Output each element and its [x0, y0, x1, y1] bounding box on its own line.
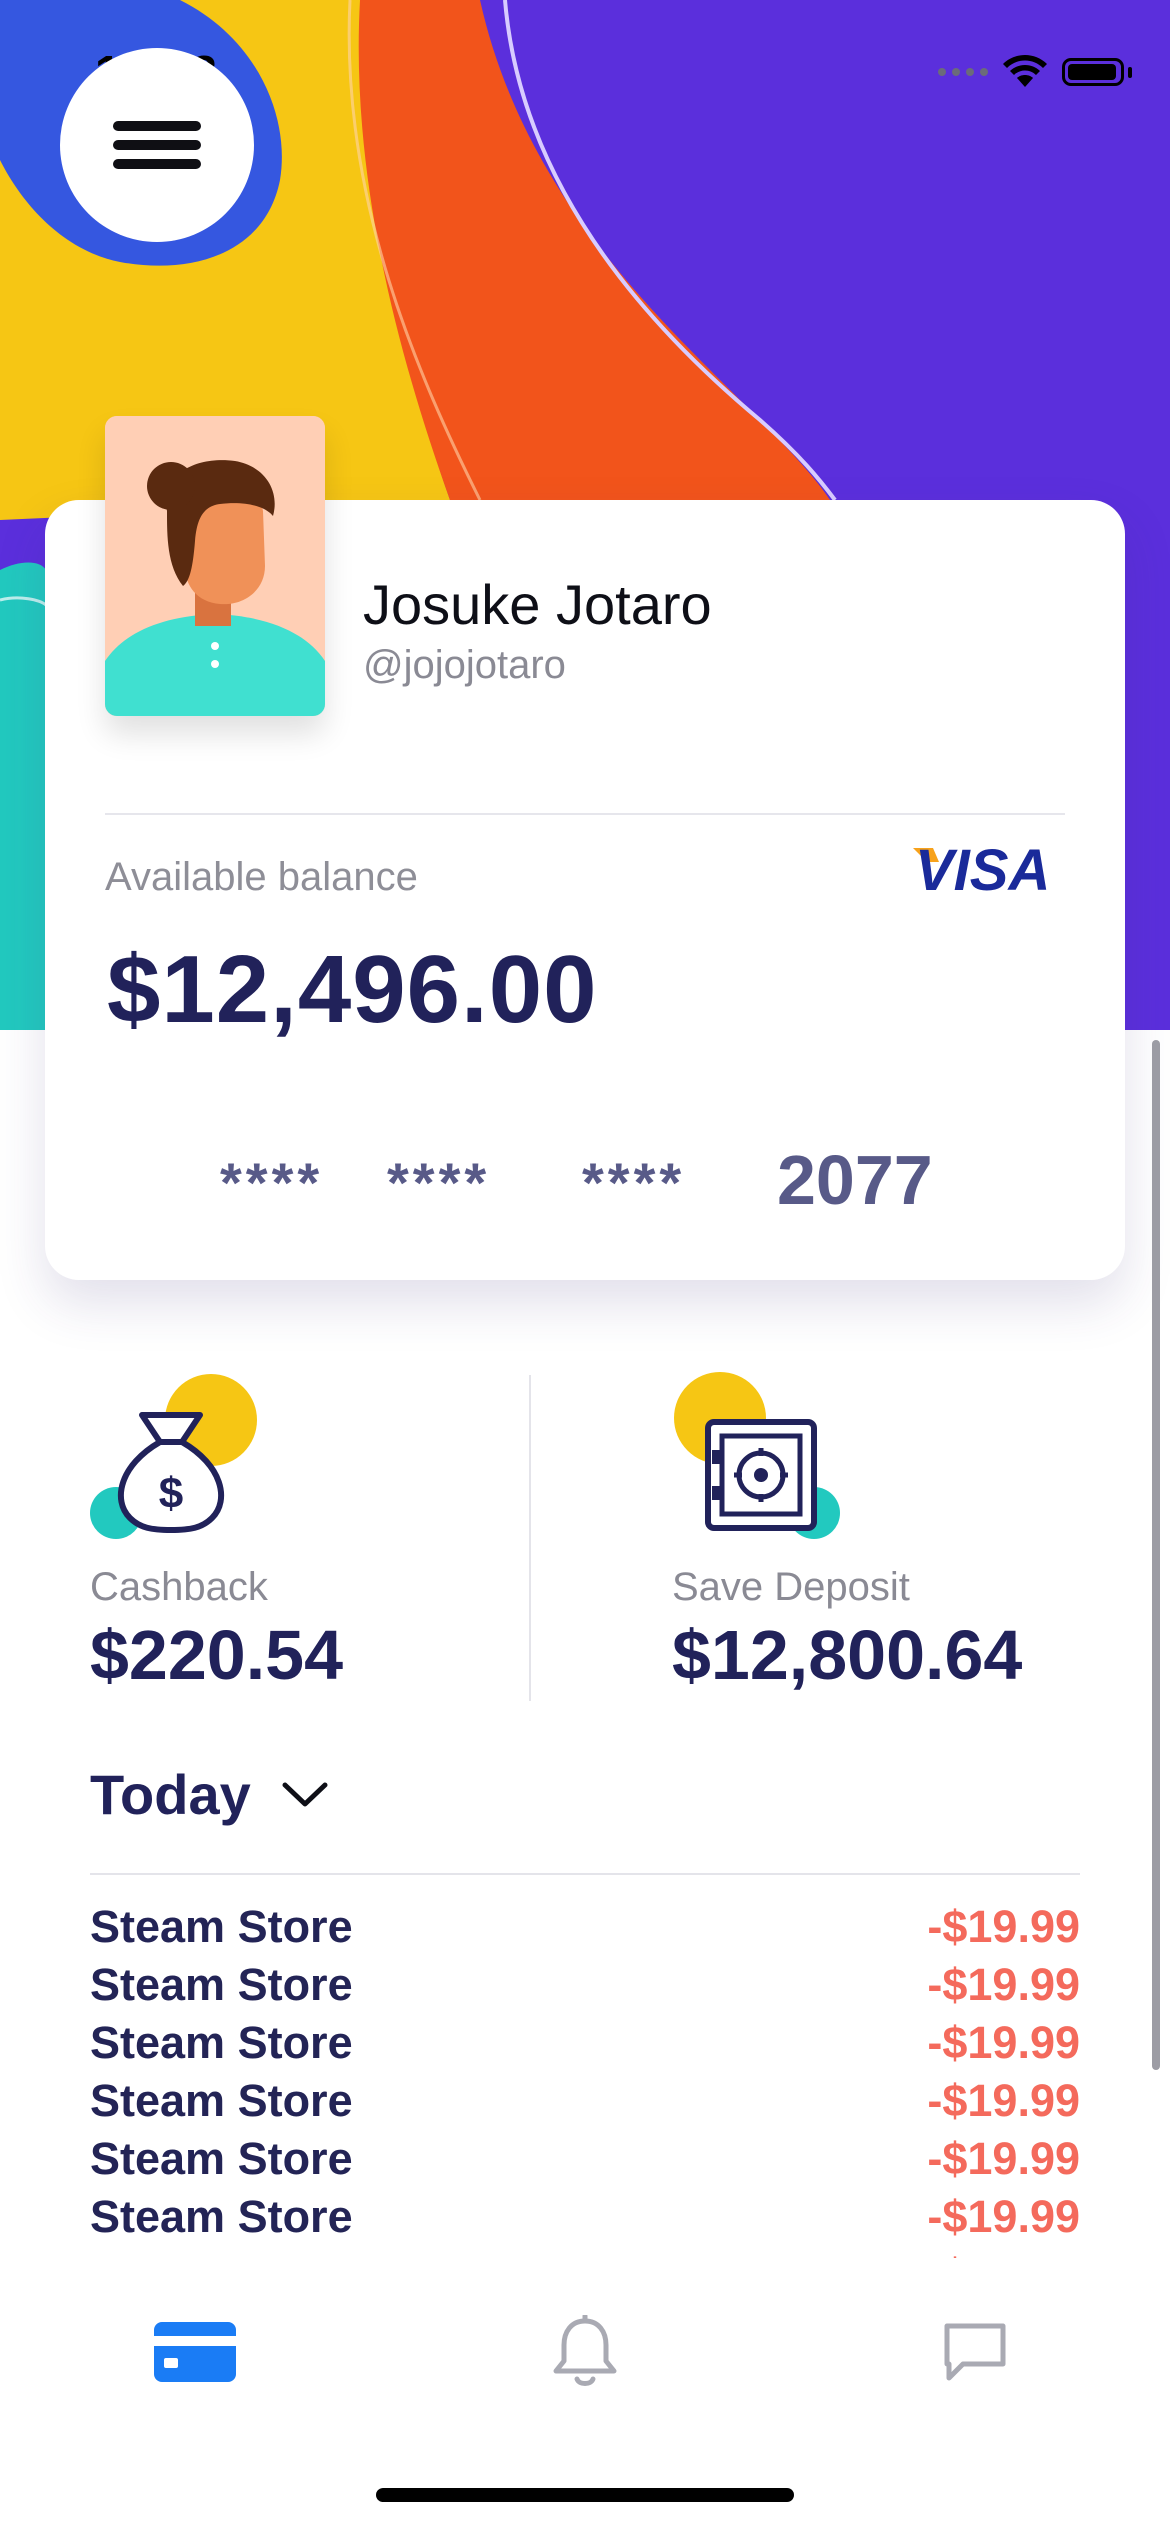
safe-icon [674, 1372, 840, 1539]
battery-tip [1128, 66, 1132, 78]
transaction-merchant: Steam Store [90, 1901, 353, 1952]
tab-notifications[interactable] [520, 2302, 650, 2402]
transaction-merchant: Steam Store [90, 2017, 353, 2068]
transaction-merchant: Steam Store [90, 2075, 353, 2126]
hamburger-icon-line [113, 140, 201, 150]
transaction-list[interactable]: Steam Store -$19.99 Steam Store -$19.99 … [90, 1898, 1080, 2258]
transaction-amount: -$19.99 [927, 2075, 1080, 2126]
svg-text:$: $ [159, 1469, 183, 1518]
home-indicator[interactable] [376, 2488, 794, 2502]
transaction-row[interactable]: Steam Store -$19.99 [90, 2130, 1080, 2188]
visa-logo: VISA [907, 838, 1067, 903]
transaction-amount: -$19.99 [927, 2017, 1080, 2068]
masked-group: **** [387, 1151, 491, 1214]
bell-icon [553, 2315, 617, 2386]
balance-label: Available balance [105, 855, 418, 899]
card-last-four: 2077 [777, 1141, 933, 1219]
list-divider [90, 1873, 1080, 1875]
today-dropdown[interactable]: Today [90, 1762, 329, 1827]
chevron-down-icon [282, 1782, 328, 1806]
cashback-value: $220.54 [90, 1616, 344, 1694]
transaction-amount: -$19.99 [927, 1959, 1080, 2010]
hamburger-icon-line [113, 159, 201, 169]
card-icon [154, 2322, 236, 2382]
save-deposit-value: $12,800.64 [672, 1616, 1023, 1694]
transaction-merchant: Steam Store [90, 2191, 353, 2242]
card-divider [105, 813, 1065, 815]
transaction-merchant: Steam Store [90, 1959, 353, 2010]
transaction-merchant: Steam Store [90, 2133, 353, 2184]
transaction-amount: -$19.99 [927, 2191, 1080, 2242]
save-deposit-stat[interactable]: Save Deposit $12,800.64 [672, 1370, 1092, 1700]
chat-icon [944, 2323, 1006, 2381]
scrollbar[interactable] [1152, 1040, 1160, 2070]
visa-logo-icon: VISA [913, 838, 1050, 903]
stats-divider [529, 1375, 531, 1701]
tab-messages[interactable] [910, 2302, 1040, 2402]
avatar[interactable] [105, 416, 325, 716]
money-bag-icon: $ [90, 1374, 257, 1539]
profile-name: Josuke Jotaro [363, 573, 712, 636]
transaction-amount: -$19.99 [927, 2133, 1080, 2184]
cellular-signal-icon [938, 68, 988, 76]
available-balance: $12,496.00 [107, 936, 598, 1043]
wifi-icon [1003, 55, 1047, 87]
transaction-row[interactable]: Steam Store -$19.99 [90, 2188, 1080, 2246]
transaction-amount: -$19.99 [927, 1901, 1080, 1952]
masked-group: **** [220, 1151, 324, 1214]
today-label: Today [90, 1763, 251, 1826]
visa-brand-text: VISA [915, 840, 1050, 896]
menu-button[interactable] [60, 48, 254, 242]
transaction-amount: -$19.99 [927, 2249, 1080, 2258]
battery-icon [1062, 58, 1124, 86]
tab-card[interactable] [130, 2302, 260, 2402]
save-deposit-label: Save Deposit [672, 1565, 910, 1609]
transaction-row[interactable]: Steam Store -$19.99 [90, 1956, 1080, 2014]
profile-handle: @jojojotaro [363, 643, 566, 687]
cashback-label: Cashback [90, 1565, 268, 1609]
hamburger-icon-line [113, 121, 201, 131]
avatar-illustration [105, 416, 325, 716]
transaction-row[interactable]: Steam Store -$19.99 [90, 1898, 1080, 1956]
transaction-row[interactable]: Steam Store -$19.99 [90, 2246, 1080, 2258]
wallet-screen: 12:48 [0, 0, 1170, 2532]
masked-group: **** [582, 1151, 686, 1214]
status-indicators [938, 55, 1132, 89]
balance-card[interactable]: Josuke Jotaro @jojojotaro Available bala… [45, 416, 1125, 1280]
transaction-row[interactable]: Steam Store -$19.99 [90, 2072, 1080, 2130]
transaction-merchant: Steam Store [90, 2249, 353, 2258]
transaction-row[interactable]: Steam Store -$19.99 [90, 2014, 1080, 2072]
cashback-stat[interactable]: $ Cashback $220.54 [90, 1370, 510, 1700]
